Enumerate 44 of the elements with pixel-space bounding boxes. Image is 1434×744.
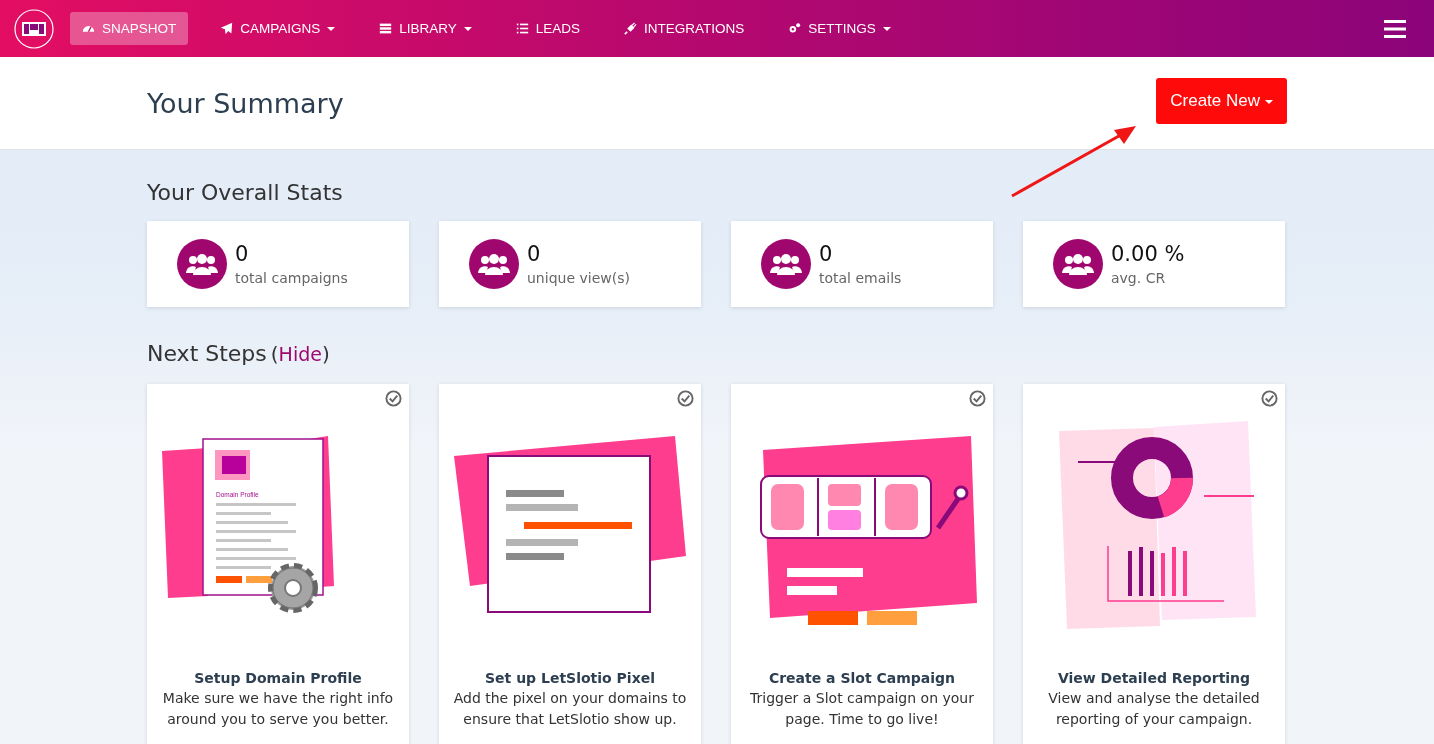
stat-label: total emails <box>819 270 902 286</box>
nav-tab[interactable]: SNAPSHOT <box>70 12 189 45</box>
parenthesis-text: ) <box>321 342 330 366</box>
plug-icon <box>624 22 638 35</box>
gears-icon <box>788 22 802 35</box>
section-title: Next Steps <box>147 341 267 366</box>
step-title: Setup Domain Profile <box>194 670 362 686</box>
nav-tab[interactable]: CAMPAIGNS <box>208 12 348 45</box>
stack-icon <box>379 22 393 35</box>
step-description: Make sure we have the right info around you to serve you better. <box>161 689 395 729</box>
logo-icon[interactable] <box>14 8 54 49</box>
stat-label: avg. CR <box>1111 270 1167 286</box>
paper-plane-icon <box>220 22 234 35</box>
check-circle-icon[interactable] <box>385 390 402 407</box>
users-icon <box>469 239 519 289</box>
create-new-button[interactable]: Create New <box>1156 78 1287 124</box>
check-circle-icon[interactable] <box>677 390 694 407</box>
stat-value: 0 <box>235 242 250 266</box>
users-icon <box>761 239 811 289</box>
stat-value: 0 <box>819 242 834 266</box>
step-title: Set up LetSlotio Pixel <box>485 670 655 686</box>
nav-tab[interactable]: INTEGRATIONS <box>612 12 757 45</box>
hide-link[interactable]: Hide <box>278 343 322 365</box>
users-icon <box>1053 239 1103 289</box>
nav-tab[interactable]: LEADS <box>503 12 593 45</box>
check-circle-icon[interactable] <box>1261 390 1278 407</box>
step-title: View Detailed Reporting <box>1057 670 1251 686</box>
stat-label: unique view(s) <box>527 270 630 286</box>
page-title: Your Summary <box>147 87 344 119</box>
parenthesis-text: ( <box>270 342 279 366</box>
step-description: Add the pixel on your domains to ensure that LetSlotio show up. <box>452 689 688 729</box>
menu-icon[interactable] <box>1384 19 1406 38</box>
check-circle-icon[interactable] <box>969 390 986 407</box>
nav-tab[interactable]: SETTINGS <box>776 12 903 45</box>
nav-tab[interactable]: LIBRARY <box>367 12 484 45</box>
users-icon <box>177 239 227 289</box>
step-description: Trigger a Slot campaign on your page. Time to go live! <box>749 689 975 729</box>
stat-label: total campaigns <box>235 270 348 286</box>
section-title: Your Overall Stats <box>147 179 343 207</box>
step-title: Create a Slot Campaign <box>768 670 956 686</box>
list-icon <box>515 22 529 35</box>
stat-value: 0.00 % <box>1111 242 1185 266</box>
stat-value: 0 <box>527 242 542 266</box>
step-description: View and analyse the detailed reporting of your campaign. <box>1047 689 1261 729</box>
